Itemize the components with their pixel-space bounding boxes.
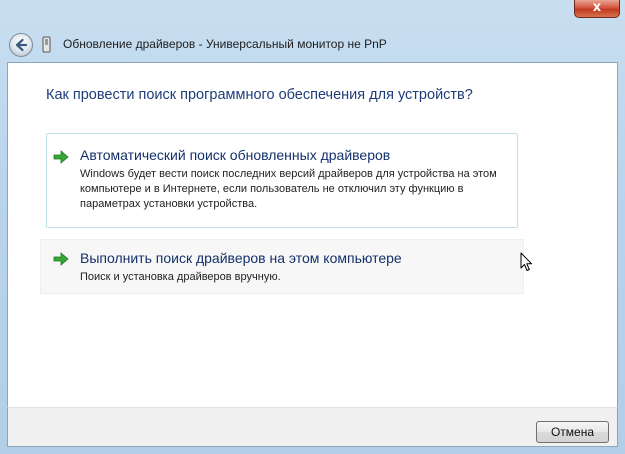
back-arrow-icon [15, 38, 28, 52]
dialog-footer: Отмена [7, 407, 618, 447]
cancel-button[interactable]: Отмена [536, 421, 609, 443]
driver-update-window: x Обновление драйверов - Универсальный м… [0, 0, 625, 454]
option-browse-computer[interactable]: Выполнить поиск драйверов на этом компью… [40, 239, 524, 294]
option-manual-title: Выполнить поиск драйверов на этом компью… [80, 250, 402, 266]
green-arrow-icon [53, 252, 69, 266]
mouse-pointer-icon [520, 252, 532, 271]
option-auto-description: Windows будет вести поиск последних верс… [80, 168, 497, 210]
back-button[interactable] [9, 33, 33, 57]
option-manual-description: Поиск и установка драйверов вручную. [80, 271, 281, 283]
option-auto-title: Автоматический поиск обновленных драйвер… [80, 147, 391, 163]
option-auto-search[interactable]: Автоматический поиск обновленных драйвер… [46, 133, 518, 228]
content-area: Как провести поиск программного обеспече… [7, 62, 618, 407]
close-icon: x [592, 0, 602, 15]
device-icon [42, 36, 51, 53]
window-title: Обновление драйверов - Универсальный мон… [63, 37, 387, 51]
green-arrow-icon [53, 150, 69, 164]
close-button[interactable]: x [574, 0, 620, 18]
page-heading: Как провести поиск программного обеспече… [46, 87, 473, 103]
